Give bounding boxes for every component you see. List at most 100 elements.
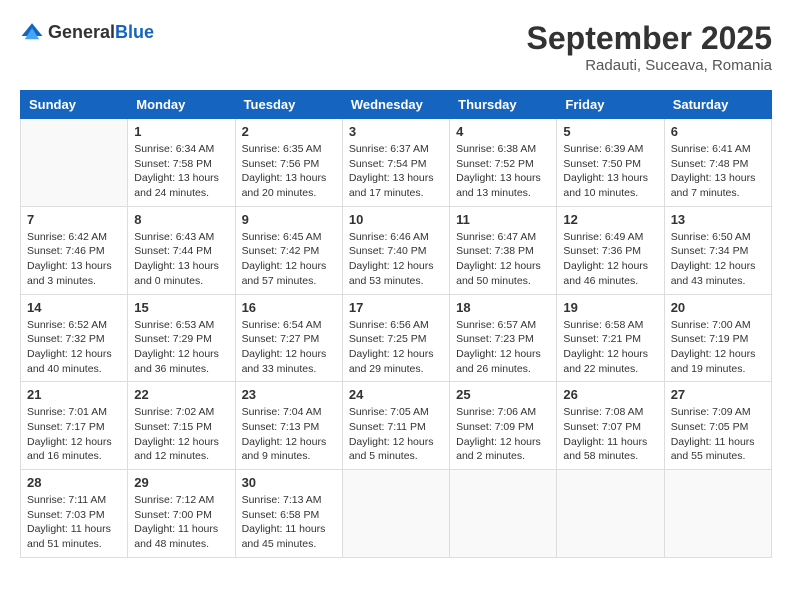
day-number: 3 — [349, 124, 443, 139]
day-info: Sunrise: 7:06 AM Sunset: 7:09 PM Dayligh… — [456, 405, 550, 464]
day-number: 6 — [671, 124, 765, 139]
day-number: 17 — [349, 300, 443, 315]
day-number: 2 — [242, 124, 336, 139]
day-info: Sunrise: 6:57 AM Sunset: 7:23 PM Dayligh… — [456, 318, 550, 377]
page-header: GeneralBlue September 2025 Radauti, Suce… — [20, 20, 772, 74]
day-info: Sunrise: 6:53 AM Sunset: 7:29 PM Dayligh… — [134, 318, 228, 377]
month-title: September 2025 — [527, 20, 772, 57]
day-info: Sunrise: 6:50 AM Sunset: 7:34 PM Dayligh… — [671, 230, 765, 289]
day-number: 13 — [671, 212, 765, 227]
weekday-header-tuesday: Tuesday — [235, 91, 342, 119]
day-info: Sunrise: 7:04 AM Sunset: 7:13 PM Dayligh… — [242, 405, 336, 464]
weekday-header-saturday: Saturday — [664, 91, 771, 119]
calendar-cell: 18 Sunrise: 6:57 AM Sunset: 7:23 PM Dayli… — [450, 294, 557, 382]
day-number: 8 — [134, 212, 228, 227]
location-title: Radauti, Suceava, Romania — [527, 57, 772, 74]
day-number: 19 — [563, 300, 657, 315]
calendar-cell — [21, 119, 128, 207]
day-number: 5 — [563, 124, 657, 139]
calendar-cell — [664, 470, 771, 558]
day-number: 4 — [456, 124, 550, 139]
day-number: 21 — [27, 387, 121, 402]
calendar-week-3: 14 Sunrise: 6:52 AM Sunset: 7:32 PM Dayli… — [21, 294, 772, 382]
day-number: 18 — [456, 300, 550, 315]
calendar-cell: 27 Sunrise: 7:09 AM Sunset: 7:05 PM Dayli… — [664, 382, 771, 470]
calendar-week-2: 7Sunrise: 6:42 AM Sunset: 7:46 PM Daylig… — [21, 206, 772, 294]
calendar-cell — [450, 470, 557, 558]
calendar-cell: 17 Sunrise: 6:56 AM Sunset: 7:25 PM Dayli… — [342, 294, 449, 382]
calendar-cell — [342, 470, 449, 558]
day-info: Sunrise: 6:38 AM Sunset: 7:52 PM Dayligh… — [456, 142, 550, 201]
calendar-cell — [557, 470, 664, 558]
day-number: 9 — [242, 212, 336, 227]
weekday-header-thursday: Thursday — [450, 91, 557, 119]
day-info: Sunrise: 7:09 AM Sunset: 7:05 PM Dayligh… — [671, 405, 765, 464]
calendar-cell: 5 Sunrise: 6:39 AM Sunset: 7:50 PM Daylig… — [557, 119, 664, 207]
calendar-cell: 7Sunrise: 6:42 AM Sunset: 7:46 PM Daylig… — [21, 206, 128, 294]
calendar-cell: 16 Sunrise: 6:54 AM Sunset: 7:27 PM Dayli… — [235, 294, 342, 382]
day-number: 28 — [27, 475, 121, 490]
day-number: 22 — [134, 387, 228, 402]
calendar-body: 1 Sunrise: 6:34 AM Sunset: 7:58 PM Daylig… — [21, 119, 772, 558]
day-number: 24 — [349, 387, 443, 402]
calendar-cell: 26 Sunrise: 7:08 AM Sunset: 7:07 PM Dayli… — [557, 382, 664, 470]
calendar-cell: 21 Sunrise: 7:01 AM Sunset: 7:17 PM Dayli… — [21, 382, 128, 470]
day-info: Sunrise: 6:54 AM Sunset: 7:27 PM Dayligh… — [242, 318, 336, 377]
calendar-cell: 1 Sunrise: 6:34 AM Sunset: 7:58 PM Daylig… — [128, 119, 235, 207]
calendar-cell: 6Sunrise: 6:41 AM Sunset: 7:48 PM Daylig… — [664, 119, 771, 207]
calendar-cell: 4 Sunrise: 6:38 AM Sunset: 7:52 PM Daylig… — [450, 119, 557, 207]
calendar-week-4: 21 Sunrise: 7:01 AM Sunset: 7:17 PM Dayli… — [21, 382, 772, 470]
day-number: 27 — [671, 387, 765, 402]
day-info: Sunrise: 6:47 AM Sunset: 7:38 PM Dayligh… — [456, 230, 550, 289]
logo: GeneralBlue — [20, 20, 154, 44]
day-number: 20 — [671, 300, 765, 315]
day-number: 23 — [242, 387, 336, 402]
day-info: Sunrise: 6:56 AM Sunset: 7:25 PM Dayligh… — [349, 318, 443, 377]
day-info: Sunrise: 6:37 AM Sunset: 7:54 PM Dayligh… — [349, 142, 443, 201]
logo-blue-text: Blue — [115, 22, 154, 42]
day-info: Sunrise: 6:58 AM Sunset: 7:21 PM Dayligh… — [563, 318, 657, 377]
day-info: Sunrise: 6:52 AM Sunset: 7:32 PM Dayligh… — [27, 318, 121, 377]
calendar-cell: 30Sunrise: 7:13 AM Sunset: 6:58 PM Dayli… — [235, 470, 342, 558]
calendar-cell: 14 Sunrise: 6:52 AM Sunset: 7:32 PM Dayli… — [21, 294, 128, 382]
calendar-cell: 10 Sunrise: 6:46 AM Sunset: 7:40 PM Dayli… — [342, 206, 449, 294]
day-number: 11 — [456, 212, 550, 227]
day-number: 1 — [134, 124, 228, 139]
calendar-cell: 2Sunrise: 6:35 AM Sunset: 7:56 PM Daylig… — [235, 119, 342, 207]
logo-general-text: General — [48, 22, 115, 42]
day-info: Sunrise: 6:46 AM Sunset: 7:40 PM Dayligh… — [349, 230, 443, 289]
weekday-header-monday: Monday — [128, 91, 235, 119]
day-number: 25 — [456, 387, 550, 402]
day-info: Sunrise: 6:43 AM Sunset: 7:44 PM Dayligh… — [134, 230, 228, 289]
calendar-week-5: 28 Sunrise: 7:11 AM Sunset: 7:03 PM Dayli… — [21, 470, 772, 558]
calendar-table: SundayMondayTuesdayWednesdayThursdayFrid… — [20, 90, 772, 558]
calendar-cell: 15 Sunrise: 6:53 AM Sunset: 7:29 PM Dayli… — [128, 294, 235, 382]
calendar-cell: 9Sunrise: 6:45 AM Sunset: 7:42 PM Daylig… — [235, 206, 342, 294]
calendar-header: SundayMondayTuesdayWednesdayThursdayFrid… — [21, 91, 772, 119]
day-info: Sunrise: 7:12 AM Sunset: 7:00 PM Dayligh… — [134, 493, 228, 552]
calendar-cell: 11 Sunrise: 6:47 AM Sunset: 7:38 PM Dayli… — [450, 206, 557, 294]
day-info: Sunrise: 7:02 AM Sunset: 7:15 PM Dayligh… — [134, 405, 228, 464]
day-info: Sunrise: 6:34 AM Sunset: 7:58 PM Dayligh… — [134, 142, 228, 201]
weekday-header-sunday: Sunday — [21, 91, 128, 119]
title-block: September 2025 Radauti, Suceava, Romania — [527, 20, 772, 74]
day-info: Sunrise: 6:39 AM Sunset: 7:50 PM Dayligh… — [563, 142, 657, 201]
day-number: 15 — [134, 300, 228, 315]
day-number: 14 — [27, 300, 121, 315]
day-info: Sunrise: 7:08 AM Sunset: 7:07 PM Dayligh… — [563, 405, 657, 464]
day-info: Sunrise: 7:11 AM Sunset: 7:03 PM Dayligh… — [27, 493, 121, 552]
calendar-cell: 28 Sunrise: 7:11 AM Sunset: 7:03 PM Dayli… — [21, 470, 128, 558]
calendar-cell: 19 Sunrise: 6:58 AM Sunset: 7:21 PM Dayli… — [557, 294, 664, 382]
day-info: Sunrise: 6:49 AM Sunset: 7:36 PM Dayligh… — [563, 230, 657, 289]
day-number: 16 — [242, 300, 336, 315]
weekday-header-wednesday: Wednesday — [342, 91, 449, 119]
day-info: Sunrise: 7:01 AM Sunset: 7:17 PM Dayligh… — [27, 405, 121, 464]
day-number: 12 — [563, 212, 657, 227]
day-number: 29 — [134, 475, 228, 490]
day-number: 26 — [563, 387, 657, 402]
weekday-header-friday: Friday — [557, 91, 664, 119]
logo-icon — [20, 20, 44, 44]
day-number: 10 — [349, 212, 443, 227]
calendar-cell: 23 Sunrise: 7:04 AM Sunset: 7:13 PM Dayli… — [235, 382, 342, 470]
day-info: Sunrise: 7:05 AM Sunset: 7:11 PM Dayligh… — [349, 405, 443, 464]
